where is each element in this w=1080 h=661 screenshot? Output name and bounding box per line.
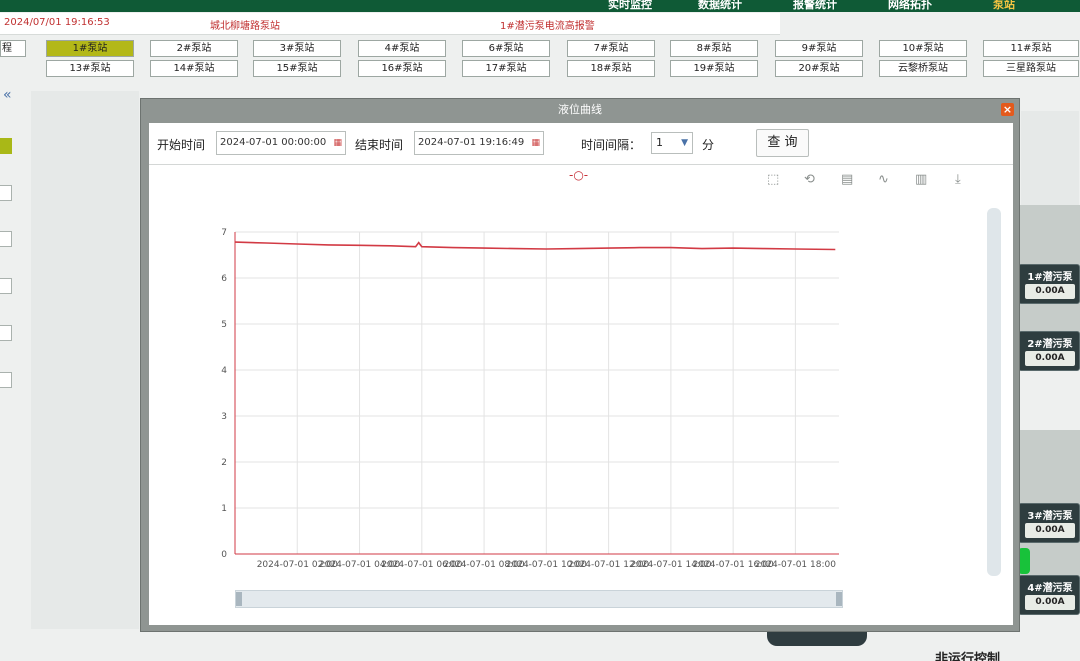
station-button[interactable]: 9#泵站: [775, 40, 863, 57]
side-active-tab[interactable]: [0, 138, 12, 154]
control-panel-edge: [767, 630, 867, 646]
pump-status-card[interactable]: 2#潜污泵 0.00A: [1018, 331, 1080, 371]
station-button[interactable]: 3#泵站: [253, 40, 341, 57]
pump-current: 0.00A: [1025, 523, 1075, 538]
side-tab[interactable]: [0, 231, 12, 247]
y-tick-label: 7: [221, 228, 227, 238]
side-tab[interactable]: [0, 372, 12, 388]
station-button[interactable]: 18#泵站: [567, 60, 655, 77]
pump-current: 0.00A: [1025, 595, 1075, 610]
station-button[interactable]: 云黎桥泵站: [879, 60, 967, 77]
level-series-line: [234, 241, 836, 251]
level-line-chart: 012345672024-07-01 02:002024-07-01 04:00…: [221, 228, 839, 570]
station-button[interactable]: 1#泵站: [46, 40, 134, 57]
time-range-slider[interactable]: [235, 590, 843, 608]
y-tick-label: 0: [221, 550, 227, 560]
level-chart-area: -○- ⬚ ⟲ ▤ ∿ ▥ ⤓ 0 1 2 3 4 5 6 7 2024-07-01 02:00…: [149, 166, 1013, 625]
pump-current: 0.00A: [1025, 351, 1075, 366]
station-button[interactable]: 19#泵站: [670, 60, 758, 77]
y-tick-label: 4: [221, 366, 227, 376]
pump-name: 3#潜污泵: [1027, 511, 1073, 522]
y-tick-label: 5: [221, 320, 227, 330]
interval-select[interactable]: 1 ▼: [651, 132, 693, 154]
calendar-icon[interactable]: ▦: [531, 132, 540, 154]
nav-item-alarms[interactable]: 报警统计: [793, 0, 837, 11]
control-mode-label: 非运行控制: [935, 652, 1001, 661]
interval-label: 时间间隔：: [581, 138, 642, 152]
top-nav-bar: 实时监控 数据统计 报警统计 网络拓扑 泵站: [0, 0, 1080, 12]
alarm-datetime: 2024/07/01 19:16:53: [4, 17, 110, 28]
station-button[interactable]: 4#泵站: [358, 40, 446, 57]
nav-item-realtime[interactable]: 实时监控: [608, 0, 652, 11]
start-time-label: 开始时间: [157, 138, 206, 152]
side-tab[interactable]: [0, 325, 12, 341]
interval-value: 1: [656, 136, 663, 149]
process-button[interactable]: 程: [0, 40, 26, 57]
interval-unit: 分: [702, 138, 715, 152]
station-button[interactable]: 16#泵站: [358, 60, 446, 77]
level-curve-dialog: 液位曲线 × 开始时间 2024-07-01 00:00:00 ▦ 结束时间 2…: [140, 98, 1020, 632]
chevron-down-icon: ▼: [681, 138, 688, 148]
dialog-title: 液位曲线: [558, 103, 602, 116]
station-button[interactable]: 11#泵站: [983, 40, 1079, 57]
slider-handle-start[interactable]: [236, 592, 242, 606]
station-button[interactable]: 10#泵站: [879, 40, 967, 57]
station-button[interactable]: 14#泵站: [150, 60, 238, 77]
station-button[interactable]: 三星路泵站: [983, 60, 1079, 77]
end-time-input[interactable]: 2024-07-01 19:16:49 ▦: [414, 131, 544, 155]
station-button[interactable]: 13#泵站: [46, 60, 134, 77]
query-bar: 开始时间 2024-07-01 00:00:00 ▦ 结束时间 2024-07-…: [149, 123, 1013, 165]
station-button[interactable]: 20#泵站: [775, 60, 863, 77]
start-time-input[interactable]: 2024-07-01 00:00:00 ▦: [216, 131, 346, 155]
pump-name: 2#潜污泵: [1027, 339, 1073, 350]
dialog-body: 开始时间 2024-07-01 00:00:00 ▦ 结束时间 2024-07-…: [149, 123, 1013, 625]
y-tick-label: 2: [221, 458, 227, 468]
background-panel: [30, 90, 140, 630]
nav-item-pump-station[interactable]: 泵站: [993, 0, 1015, 11]
pump-name: 1#潜污泵: [1027, 272, 1073, 283]
close-icon[interactable]: ×: [1001, 103, 1014, 116]
nav-item-topology[interactable]: 网络拓扑: [888, 0, 932, 11]
end-time-value: 2024-07-01 19:16:49: [418, 137, 525, 148]
station-button[interactable]: 15#泵站: [253, 60, 341, 77]
alarm-location: 城北柳塘路泵站: [210, 21, 280, 32]
calendar-icon[interactable]: ▦: [333, 132, 342, 154]
y-tick-label: 3: [221, 412, 227, 422]
y-tick-label: 6: [221, 274, 227, 284]
start-time-value: 2024-07-01 00:00:00: [220, 137, 327, 148]
station-button[interactable]: 6#泵站: [462, 40, 550, 57]
query-button[interactable]: 查 询: [756, 129, 809, 157]
station-button[interactable]: 7#泵站: [567, 40, 655, 57]
alarm-message: 1#潜污泵电流高报警: [500, 21, 595, 32]
alarm-ticker: 2024/07/01 19:16:53 城北柳塘路泵站 1#潜污泵电流高报警: [0, 13, 780, 35]
slider-handle-end[interactable]: [836, 592, 842, 606]
vertical-scrollbar[interactable]: [987, 208, 1001, 576]
collapse-icon[interactable]: «: [3, 86, 21, 104]
nav-item-statistics[interactable]: 数据统计: [698, 0, 742, 11]
station-button[interactable]: 17#泵站: [462, 60, 550, 77]
side-tab[interactable]: [0, 278, 12, 294]
x-tick-label: 2024-07-01 18:00: [755, 560, 836, 570]
pump-current: 0.00A: [1025, 284, 1075, 299]
y-tick-label: 1: [221, 504, 227, 514]
pump-name: 4#潜污泵: [1027, 583, 1073, 594]
pump-status-card[interactable]: 3#潜污泵 0.00A: [1018, 503, 1080, 543]
station-button[interactable]: 2#泵站: [150, 40, 238, 57]
station-button[interactable]: 8#泵站: [670, 40, 758, 57]
pump-status-card[interactable]: 1#潜污泵 0.00A: [1018, 264, 1080, 304]
end-time-label: 结束时间: [355, 138, 404, 152]
side-tab[interactable]: [0, 185, 12, 201]
pump-status-card[interactable]: 4#潜污泵 0.00A: [1018, 575, 1080, 615]
